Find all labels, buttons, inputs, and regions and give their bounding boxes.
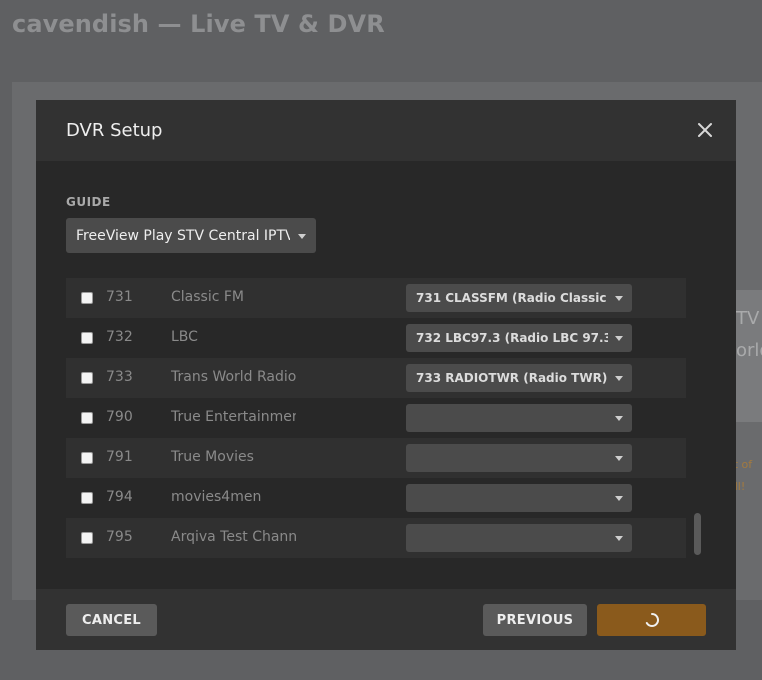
channel-row: 733 Trans World Radio 733 RADIOTWR (Radi… bbox=[66, 358, 686, 398]
channel-mapping-select[interactable] bbox=[406, 484, 632, 512]
channel-name: Arqiva Test Channel bbox=[171, 529, 296, 545]
cancel-button[interactable]: CANCEL bbox=[66, 604, 157, 636]
channel-checkbox[interactable] bbox=[81, 452, 93, 464]
channel-mapping-select[interactable]: 731 CLASSFM (Radio Classic FM) bbox=[406, 284, 632, 312]
channel-checkbox[interactable] bbox=[81, 412, 93, 424]
page-title: cavendish — Live TV & DVR bbox=[12, 10, 385, 38]
channel-checkbox[interactable] bbox=[81, 532, 93, 544]
channel-list-scrollbar[interactable] bbox=[694, 513, 701, 555]
guide-label: GUIDE bbox=[66, 195, 111, 209]
channel-number: 733 bbox=[106, 369, 133, 385]
background-card-text: TV bbox=[736, 308, 760, 329]
channel-list: 731 Classic FM 731 CLASSFM (Radio Classi… bbox=[66, 278, 686, 558]
channel-mapping-select[interactable] bbox=[406, 404, 632, 432]
channel-checkbox[interactable] bbox=[81, 292, 93, 304]
channel-mapping-select[interactable]: 732 LBC97.3 (Radio LBC 97.3) bbox=[406, 324, 632, 352]
channel-mapping-select[interactable]: 733 RADIOTWR (Radio TWR) bbox=[406, 364, 632, 392]
channel-number: 731 bbox=[106, 289, 133, 305]
chevron-down-icon bbox=[615, 456, 623, 461]
chevron-down-icon bbox=[615, 376, 623, 381]
channel-name: True Entertainment bbox=[171, 409, 296, 425]
chevron-down-icon bbox=[615, 416, 623, 421]
channel-number: 795 bbox=[106, 529, 133, 545]
channel-name: Trans World Radio bbox=[171, 369, 296, 385]
channel-number: 791 bbox=[106, 449, 133, 465]
chevron-down-icon bbox=[615, 336, 623, 341]
channel-number: 794 bbox=[106, 489, 133, 505]
channel-number: 790 bbox=[106, 409, 133, 425]
chevron-down-icon bbox=[615, 536, 623, 541]
channel-number: 732 bbox=[106, 329, 133, 345]
channel-name: True Movies bbox=[171, 449, 254, 465]
close-button[interactable] bbox=[694, 119, 716, 141]
previous-button[interactable]: PREVIOUS bbox=[483, 604, 587, 636]
chevron-down-icon bbox=[615, 496, 623, 501]
background-card-text: orld bbox=[736, 340, 762, 361]
modal-footer: CANCEL PREVIOUS bbox=[36, 589, 736, 650]
channel-row: 790 True Entertainment bbox=[66, 398, 686, 438]
channel-mapping-select[interactable] bbox=[406, 444, 632, 472]
close-icon bbox=[698, 123, 712, 137]
dvr-setup-modal: DVR Setup GUIDE FreeView Play STV Centra… bbox=[36, 100, 736, 650]
channel-row: 732 LBC 732 LBC97.3 (Radio LBC 97.3) bbox=[66, 318, 686, 358]
channel-row: 794 movies4men bbox=[66, 478, 686, 518]
channel-row: 791 True Movies bbox=[66, 438, 686, 478]
channel-mapping-value: 732 LBC97.3 (Radio LBC 97.3) bbox=[416, 331, 608, 345]
modal-title: DVR Setup bbox=[66, 120, 163, 141]
channel-name: movies4men bbox=[171, 489, 262, 505]
channel-checkbox[interactable] bbox=[81, 492, 93, 504]
chevron-down-icon bbox=[298, 233, 306, 239]
next-button[interactable] bbox=[597, 604, 706, 636]
spinner-icon bbox=[644, 612, 660, 628]
channel-row: 731 Classic FM 731 CLASSFM (Radio Classi… bbox=[66, 278, 686, 318]
guide-select[interactable]: FreeView Play STV Central IPTV bbox=[66, 218, 316, 253]
modal-header: DVR Setup bbox=[36, 100, 736, 161]
channel-mapping-value: 733 RADIOTWR (Radio TWR) bbox=[416, 371, 608, 385]
guide-selected-value: FreeView Play STV Central IPTV bbox=[76, 227, 290, 244]
channel-mapping-value: 731 CLASSFM (Radio Classic FM) bbox=[416, 291, 608, 305]
chevron-down-icon bbox=[615, 296, 623, 301]
channel-checkbox[interactable] bbox=[81, 332, 93, 344]
channel-checkbox[interactable] bbox=[81, 372, 93, 384]
channel-name: LBC bbox=[171, 329, 198, 345]
channel-row: 795 Arqiva Test Channel bbox=[66, 518, 686, 558]
channel-name: Classic FM bbox=[171, 289, 245, 305]
channel-mapping-select[interactable] bbox=[406, 524, 632, 552]
